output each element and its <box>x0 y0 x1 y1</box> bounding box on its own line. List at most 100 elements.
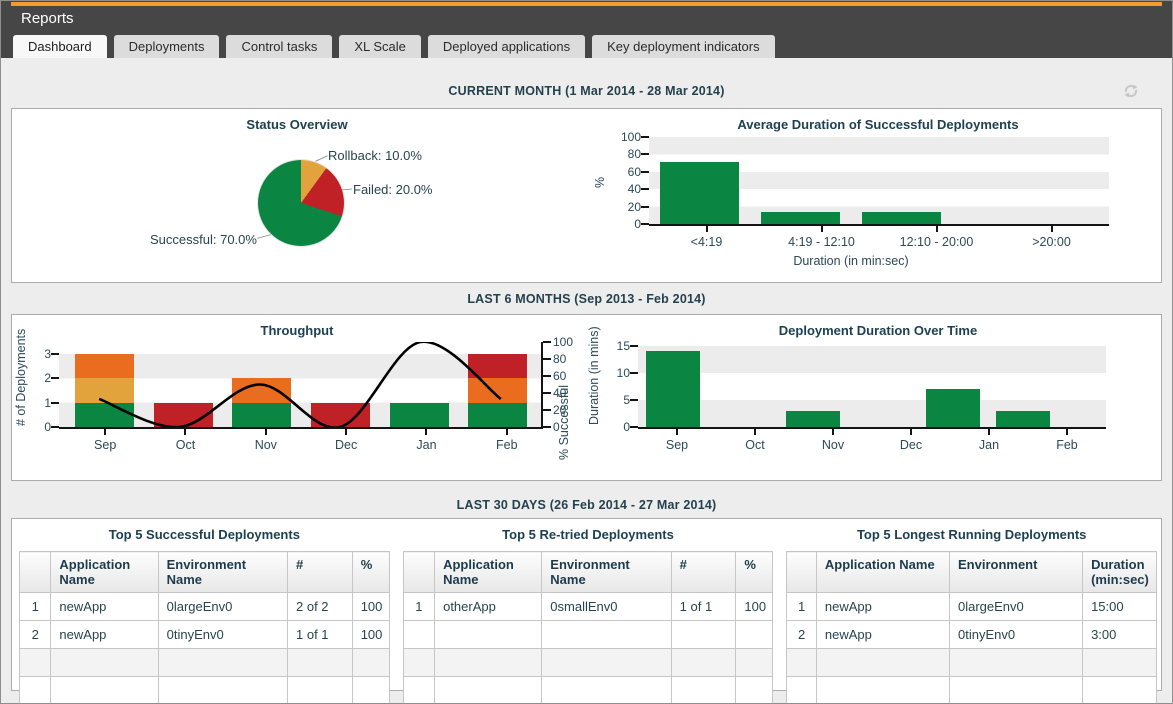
tab-deployed-applications[interactable]: Deployed applications <box>428 35 585 58</box>
avg-duration-plot <box>649 137 1109 226</box>
avg-duration-chart-title: Average Duration of Successful Deploymen… <box>593 117 1163 133</box>
pie-label-successful: Successful: 70.0% <box>150 232 256 247</box>
table-cell: 2 <box>787 621 817 649</box>
column-header: % <box>352 552 389 593</box>
y-tick-mark <box>641 206 649 208</box>
x-slot: Dec <box>872 429 950 452</box>
right-y-tick-mark <box>543 392 551 394</box>
table-cell <box>542 649 671 677</box>
table-cell <box>435 621 542 649</box>
x-slot: 4:19 - 12:10 <box>764 226 879 249</box>
right-y-tick-mark <box>543 341 551 343</box>
y-tick-label: 0 <box>609 217 641 231</box>
top5-table: Application NameEnvironment Name#%1other… <box>403 551 774 704</box>
tab-deployments[interactable]: Deployments <box>114 35 220 58</box>
top5-table-block-2: Top 5 Longest Running DeploymentsApplica… <box>786 524 1157 690</box>
table-row <box>787 677 1157 704</box>
table-cell <box>949 677 1082 704</box>
x-tick-mark <box>754 429 756 435</box>
x-tick-mark <box>425 429 427 435</box>
table-cell <box>542 621 671 649</box>
table-cell: newApp <box>51 621 158 649</box>
table-row: 2newApp0tinyEnv01 of 1100 <box>20 621 390 649</box>
y-tick-label: 10 <box>598 366 630 380</box>
y-tick-label: 40 <box>609 182 641 196</box>
table-title: Top 5 Longest Running Deployments <box>786 527 1157 542</box>
y-tick-label: 60 <box>609 165 641 179</box>
x-tick-label: Oct <box>716 438 794 452</box>
throughput-plot <box>59 342 543 429</box>
table-cell <box>20 677 51 704</box>
x-tick-label: Oct <box>145 438 225 452</box>
x-tick-mark <box>265 429 267 435</box>
x-tick-label: >20:00 <box>994 235 1109 249</box>
table-cell: 0tinyEnv0 <box>949 621 1082 649</box>
table-cell <box>1083 677 1157 704</box>
deployment-duration-x-labels: SepOctNovDecJanFeb <box>638 429 1154 452</box>
column-header: Environment Name <box>542 552 671 593</box>
left-y-tick-mark <box>51 353 59 355</box>
table-cell <box>816 677 949 704</box>
table-cell: newApp <box>816 621 949 649</box>
x-tick-label: Jan <box>950 438 1028 452</box>
tab-xl-scale[interactable]: XL Scale <box>339 35 421 58</box>
deployment-duration-y-axis-label: Duration (in mins) <box>587 326 602 425</box>
x-tick-mark <box>184 429 186 435</box>
y-tick-mark <box>641 171 649 173</box>
refresh-icon[interactable] <box>1122 82 1140 100</box>
deployment-duration-plot <box>638 342 1106 429</box>
x-tick-label: 4:19 - 12:10 <box>764 235 879 249</box>
tab-key-deployment-indicators[interactable]: Key deployment indicators <box>592 35 774 58</box>
right-y-tick-label: 80 <box>553 352 585 366</box>
y-tick-label: 80 <box>609 147 641 161</box>
y-tick-label: 5 <box>598 393 630 407</box>
table-cell <box>787 649 817 677</box>
pie-leader-line <box>315 155 327 161</box>
table-cell <box>736 649 773 677</box>
pie-label-failed: Failed: 20.0% <box>353 182 433 197</box>
x-slot: Nov <box>794 429 872 452</box>
throughput-left-axis-label: # of Deployments <box>14 329 29 426</box>
table-cell <box>542 677 671 704</box>
table-cell <box>787 677 817 704</box>
bar-12:10 - 20:00 <box>862 212 941 224</box>
bar-Jan <box>926 389 981 427</box>
x-tick-mark <box>345 429 347 435</box>
x-tick-label: Dec <box>306 438 386 452</box>
left-y-tick-mark <box>51 377 59 379</box>
table-cell <box>51 649 158 677</box>
column-header: # <box>671 552 736 593</box>
top5-table-block-1: Top 5 Re-tried DeploymentsApplication Na… <box>403 524 774 690</box>
status-pie <box>258 160 344 246</box>
last-30-days-panel: Top 5 Successful DeploymentsApplication … <box>11 518 1162 691</box>
table-cell <box>435 677 542 704</box>
table-cell: 1 <box>787 593 817 621</box>
tab-dashboard[interactable]: Dashboard <box>13 35 107 58</box>
deployment-duration-bars <box>638 342 1106 427</box>
x-slot: <4:19 <box>649 226 764 249</box>
table-header-row: Application NameEnvironment Name#% <box>403 552 773 593</box>
right-y-tick-mark <box>543 409 551 411</box>
x-tick-mark <box>832 429 834 435</box>
table-cell: 100 <box>736 593 773 621</box>
table-cell: 15:00 <box>1083 593 1157 621</box>
bar-Feb <box>996 411 1051 427</box>
x-tick-mark <box>910 429 912 435</box>
table-cell <box>352 649 389 677</box>
tab-control-tasks[interactable]: Control tasks <box>226 35 332 58</box>
bar-slot-Oct <box>708 342 778 427</box>
bar-<4:19 <box>660 162 739 224</box>
table-cell <box>671 677 736 704</box>
avg-duration-bars <box>649 137 1109 224</box>
pie-leader-line <box>257 234 271 239</box>
bar-Nov <box>786 411 841 427</box>
x-tick-mark <box>706 226 708 232</box>
table-cell <box>736 621 773 649</box>
duration-over-time-chart-title: Deployment Duration Over Time <box>593 323 1163 339</box>
table-cell: 1 <box>403 593 434 621</box>
table-cell <box>403 649 434 677</box>
table-cell <box>51 677 158 704</box>
table-cell <box>158 649 287 677</box>
table-row: 2newApp0tinyEnv03:00 <box>787 621 1157 649</box>
table-cell <box>435 649 542 677</box>
